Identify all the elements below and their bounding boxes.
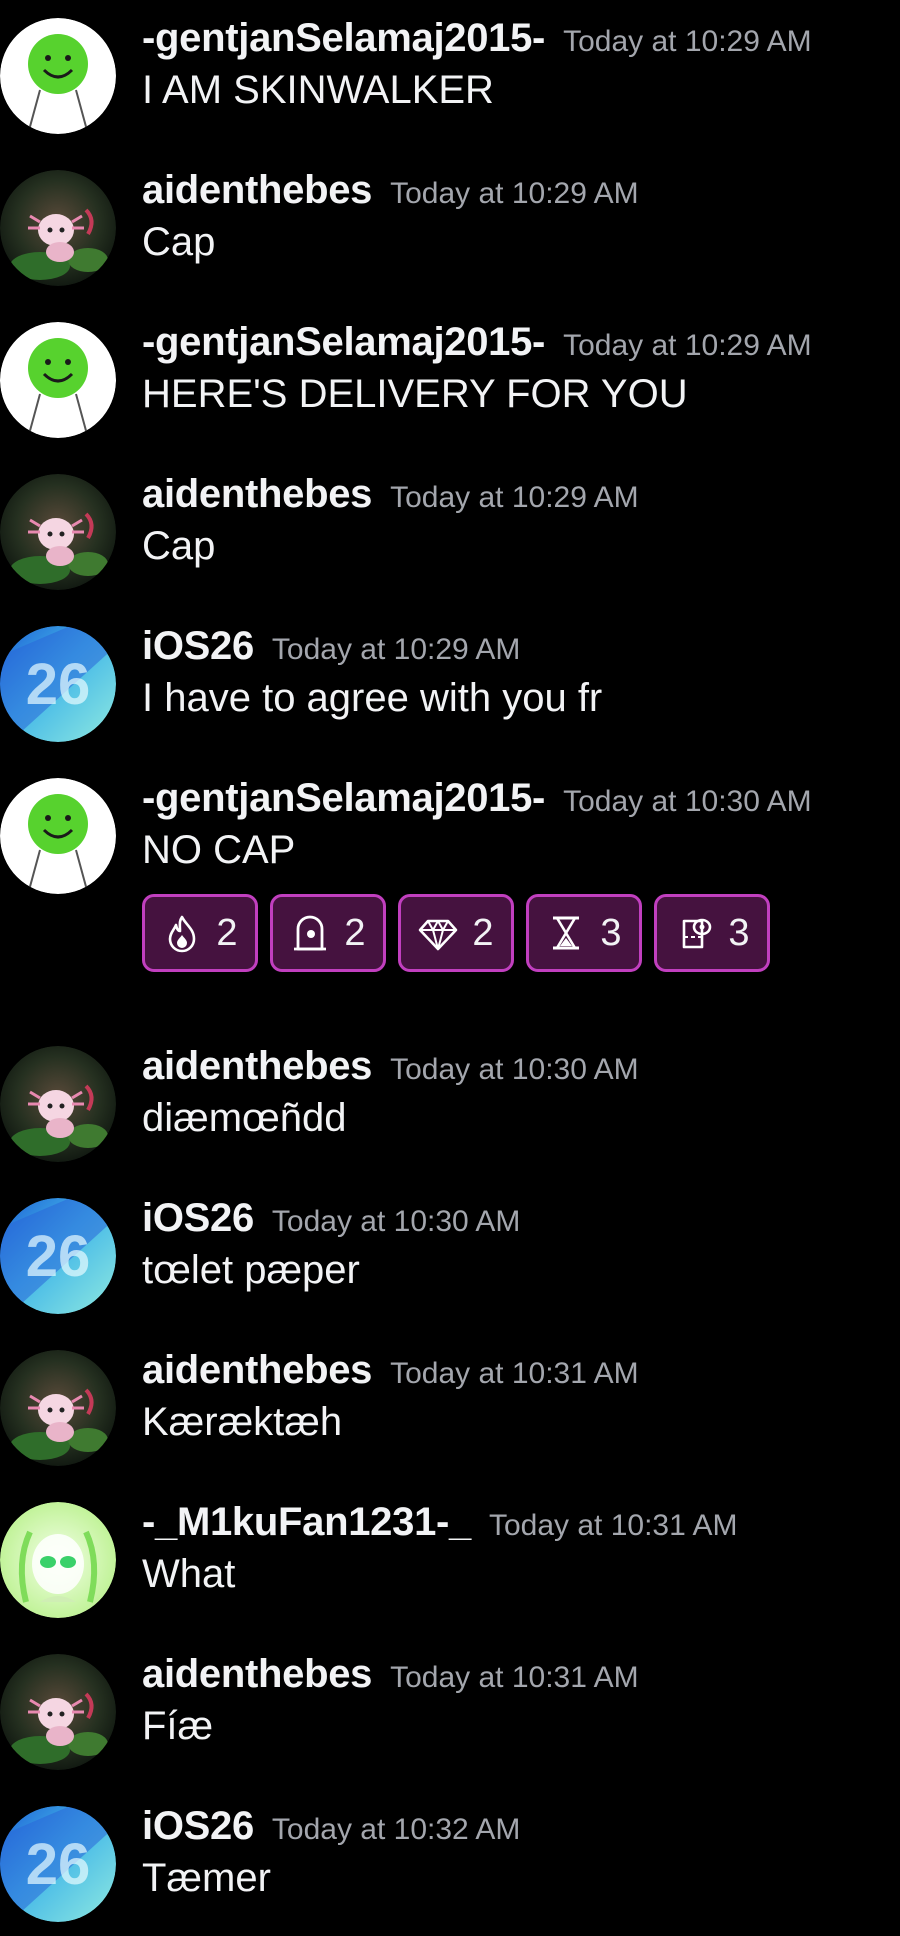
message-text: diæmœñdd <box>142 1096 347 1140</box>
message-text: Cap <box>142 524 216 568</box>
message-item: 26 iOS26 Today at 10:32 AM Tæmer <box>0 1788 900 1922</box>
toilet-paper-icon <box>683 918 712 949</box>
message-item: aidenthebes Today at 10:29 AM Cap <box>0 456 900 590</box>
message-item: -_M1kuFan1231-_ Today at 10:31 AM What <box>0 1484 900 1618</box>
message-timestamp: Today at 10:29 AM <box>563 25 812 58</box>
avatar[interactable] <box>0 778 116 894</box>
ios26-avatar-icon: 26 <box>0 626 116 742</box>
message-author[interactable]: iOS26 <box>142 1804 254 1849</box>
avatar[interactable] <box>0 322 116 438</box>
diamond-icon <box>419 919 458 951</box>
ios26-avatar-icon: 26 <box>0 1198 116 1314</box>
smiley-avatar-icon <box>0 778 116 894</box>
message-item: -gentjanSelamaj2015- Today at 10:29 AM H… <box>0 304 900 438</box>
message-timestamp: Today at 10:29 AM <box>271 633 521 666</box>
message-text: I AM SKINWALKER <box>142 68 494 112</box>
message-timestamp: Today at 10:32 AM <box>271 1813 521 1846</box>
message-author[interactable]: iOS26 <box>142 1196 254 1241</box>
axolotl-avatar-icon <box>0 474 116 590</box>
message-item: 26 iOS26 Today at 10:30 AM tœlet pæper <box>0 1180 900 1314</box>
avatar[interactable]: 26 <box>0 1198 116 1314</box>
message-item: -gentjanSelamaj2015- Today at 10:30 AM N… <box>0 760 900 894</box>
avatar[interactable] <box>0 1654 116 1770</box>
reaction-count: 2 <box>344 911 366 954</box>
message-author[interactable]: iOS26 <box>142 624 254 669</box>
message-item: aidenthebes Today at 10:31 AM Kæræktæh <box>0 1332 900 1466</box>
message-text: Cap <box>142 220 216 264</box>
hourglass-icon <box>553 916 580 950</box>
message-item: aidenthebes Today at 10:31 AM Fíæ <box>0 1636 900 1770</box>
reaction-tombstone[interactable]: 2 <box>270 894 386 972</box>
axolotl-avatar-icon <box>0 1654 116 1770</box>
message-timestamp: Today at 10:31 AM <box>488 1509 738 1542</box>
svg-text:26: 26 <box>26 1224 91 1289</box>
svg-text:26: 26 <box>26 1832 91 1897</box>
ios26-avatar-icon: 26 <box>0 1806 116 1922</box>
message-text: I have to agree with you fr <box>142 676 603 720</box>
reaction-toilet-paper[interactable]: 3 <box>654 894 770 972</box>
avatar[interactable] <box>0 474 116 590</box>
message-text: HERE'S DELIVERY FOR YOU <box>142 372 688 416</box>
svg-text:26: 26 <box>26 652 91 717</box>
message-text: Tæmer <box>142 1856 271 1900</box>
avatar[interactable] <box>0 18 116 134</box>
avatar[interactable]: 26 <box>0 626 116 742</box>
reaction-diamond[interactable]: 2 <box>398 894 514 972</box>
message-text: What <box>142 1552 236 1596</box>
message-text: tœlet pæper <box>142 1248 360 1292</box>
smiley-avatar-icon <box>0 322 116 438</box>
message-text: Fíæ <box>142 1704 214 1748</box>
avatar[interactable] <box>0 1502 116 1618</box>
smiley-avatar-icon <box>0 18 116 134</box>
reaction-count: 3 <box>728 911 750 954</box>
message-author[interactable]: aidenthebes <box>142 1652 372 1697</box>
reaction-hourglass[interactable]: 3 <box>526 894 642 972</box>
message-item: -gentjanSelamaj2015- Today at 10:29 AM I… <box>0 0 900 134</box>
avatar[interactable] <box>0 170 116 286</box>
message-timestamp: Today at 10:30 AM <box>563 785 812 818</box>
tombstone-icon <box>294 915 327 951</box>
message-item: aidenthebes Today at 10:30 AM diæmœñdd <box>0 1028 900 1162</box>
message-item: aidenthebes Today at 10:29 AM Cap <box>0 152 900 286</box>
avatar[interactable] <box>0 1350 116 1466</box>
message-timestamp: Today at 10:29 AM <box>390 177 639 210</box>
reaction-count: 2 <box>472 911 494 954</box>
message-timestamp: Today at 10:31 AM <box>390 1357 639 1390</box>
message-timestamp: Today at 10:29 AM <box>390 481 639 514</box>
message-author[interactable]: -gentjanSelamaj2015- <box>142 776 545 821</box>
reaction-count: 3 <box>600 911 622 954</box>
axolotl-avatar-icon <box>0 1350 116 1466</box>
message-item: 26 iOS26 Today at 10:29 AM I have to agr… <box>0 608 900 742</box>
message-timestamp: Today at 10:30 AM <box>390 1053 639 1086</box>
reaction-fire[interactable]: 2 <box>142 894 258 972</box>
message-author[interactable]: -gentjanSelamaj2015- <box>142 16 545 61</box>
avatar[interactable] <box>0 1046 116 1162</box>
message-author[interactable]: aidenthebes <box>142 1044 372 1089</box>
avatar[interactable]: 26 <box>0 1806 116 1922</box>
message-author[interactable]: aidenthebes <box>142 168 372 213</box>
message-text: NO CAP <box>142 828 296 872</box>
message-text: Kæræktæh <box>142 1400 343 1444</box>
miku-avatar-icon <box>0 1502 116 1618</box>
reaction-bar: 2 2 2 3 3 <box>142 894 770 972</box>
message-author[interactable]: -_M1kuFan1231-_ <box>142 1500 471 1545</box>
message-author[interactable]: aidenthebes <box>142 1348 372 1393</box>
message-timestamp: Today at 10:29 AM <box>563 329 812 362</box>
reaction-count: 2 <box>216 911 238 954</box>
axolotl-avatar-icon <box>0 1046 116 1162</box>
fire-icon <box>169 915 196 953</box>
message-author[interactable]: aidenthebes <box>142 472 372 517</box>
message-timestamp: Today at 10:30 AM <box>271 1205 521 1238</box>
axolotl-avatar-icon <box>0 170 116 286</box>
message-author[interactable]: -gentjanSelamaj2015- <box>142 320 545 365</box>
message-timestamp: Today at 10:31 AM <box>390 1661 639 1694</box>
